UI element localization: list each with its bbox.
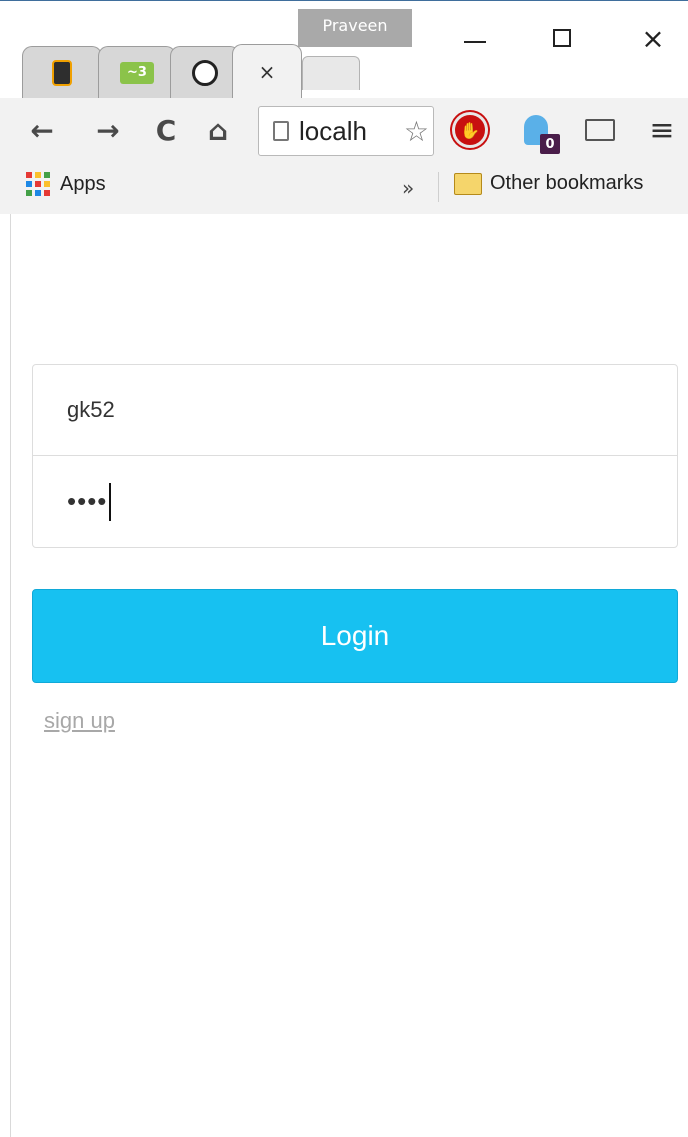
apps-shortcut[interactable]: Apps — [26, 172, 106, 196]
back-arrow-icon: ← — [30, 113, 54, 147]
sign-up-link[interactable]: sign up — [44, 708, 115, 734]
reload-button[interactable]: C — [148, 110, 184, 150]
tab-close-icon[interactable]: × — [259, 60, 276, 84]
bookmarks-bar: Apps » Other bookmarks — [0, 162, 688, 215]
forward-arrow-icon: → — [96, 113, 120, 147]
page-left-edge — [0, 214, 11, 1137]
tab-lighthouse[interactable] — [22, 46, 102, 98]
ghostery-count-badge: 0 — [540, 134, 560, 154]
address-text[interactable]: localh — [299, 116, 367, 147]
chrome-menu-button[interactable]: ≡ — [644, 112, 680, 148]
login-form: gk52 •••• — [32, 364, 678, 548]
back-button[interactable]: ← — [24, 110, 60, 150]
other-bookmarks-folder[interactable]: Other bookmarks — [454, 172, 643, 195]
adblock-extension-button[interactable]: ✋ — [452, 112, 488, 148]
cast-icon — [585, 119, 615, 141]
reload-icon: C — [155, 113, 177, 147]
bookmarks-overflow-chevron-icon[interactable]: » — [402, 176, 414, 200]
apps-grid-icon — [26, 172, 50, 196]
cast-button[interactable] — [582, 112, 618, 148]
home-icon: ⌂ — [207, 113, 229, 147]
other-bookmarks-label: Other bookmarks — [490, 172, 644, 194]
address-bar[interactable]: localh ☆ — [258, 106, 434, 156]
lighthouse-favicon-icon — [52, 59, 72, 86]
folder-icon — [454, 172, 482, 195]
bookmarks-divider — [438, 172, 439, 202]
ghostery-extension-button[interactable]: 0 — [518, 112, 560, 154]
github-favicon-icon — [192, 59, 218, 86]
new-tab-button[interactable] — [302, 56, 360, 90]
text-caret — [109, 482, 112, 521]
username-input[interactable]: gk52 — [33, 365, 677, 456]
adblock-icon: ✋ — [452, 112, 488, 148]
w3-favicon-icon: ~3 — [120, 61, 154, 84]
browser-toolbar: ← → C ⌂ localh ☆ ✋ 0 ≡ — [0, 98, 688, 162]
hamburger-menu-icon: ≡ — [649, 112, 675, 148]
username-value: gk52 — [67, 397, 115, 422]
forward-button[interactable]: → — [90, 110, 126, 150]
tab-github[interactable] — [170, 46, 240, 98]
home-button[interactable]: ⌂ — [200, 110, 236, 150]
tab-w3[interactable]: ~3 — [98, 46, 176, 98]
page-icon — [273, 121, 289, 141]
apps-label: Apps — [60, 172, 106, 195]
tab-strip: ~3 × — [0, 42, 688, 98]
bookmark-star-icon[interactable]: ☆ — [401, 115, 429, 148]
tab-active[interactable]: × — [232, 44, 302, 98]
login-button[interactable]: Login — [32, 589, 678, 683]
password-value: •••• — [67, 486, 108, 516]
password-input[interactable]: •••• — [33, 456, 677, 547]
